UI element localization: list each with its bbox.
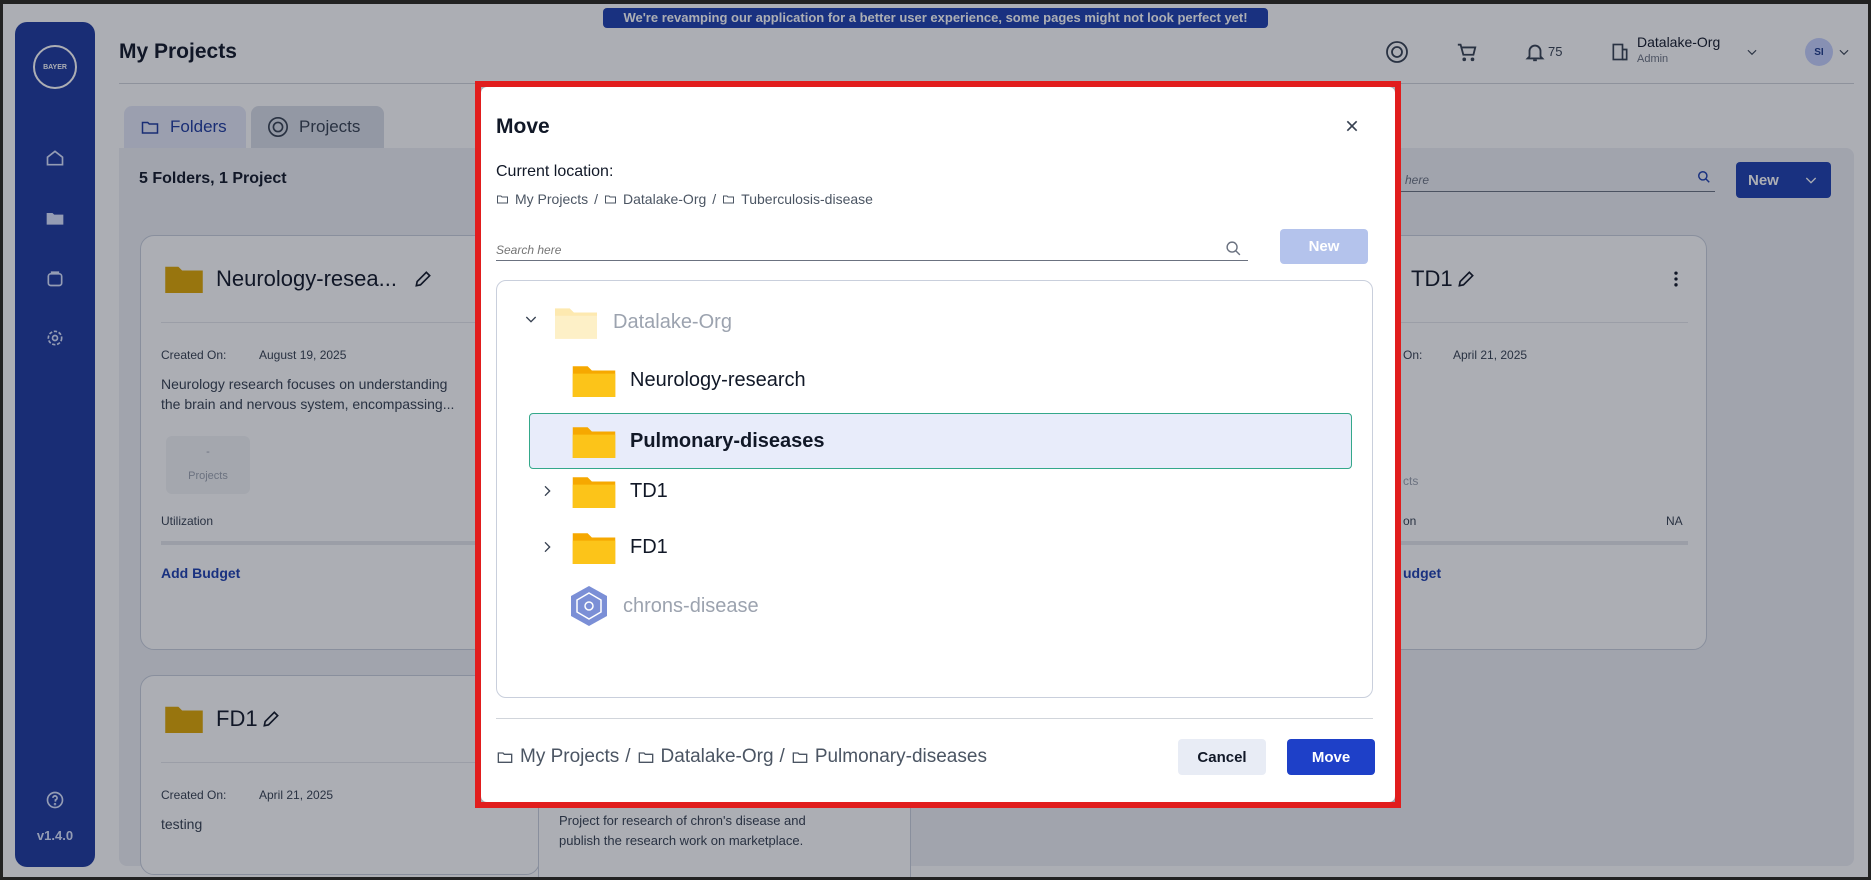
tree-node-pulmonary-diseases[interactable]: Pulmonary-diseases xyxy=(529,413,1352,469)
dialog-title: Move xyxy=(496,115,550,138)
tree-node-label: Neurology-research xyxy=(630,368,806,391)
tree-node-label: TD1 xyxy=(630,479,668,502)
breadcrumb-separator: / xyxy=(594,191,599,207)
folder-icon xyxy=(555,308,597,339)
move-button[interactable]: Move xyxy=(1287,739,1375,775)
folder-outline-icon xyxy=(496,749,514,765)
folder-icon xyxy=(572,533,616,564)
move-dialog: Move Current location: My Projects / Data… xyxy=(481,87,1395,802)
folder-outline-icon xyxy=(496,193,509,205)
tree-node-label: Pulmonary-diseases xyxy=(630,429,825,452)
tree-node-datalake-org[interactable]: Datalake-Org xyxy=(555,305,732,339)
dialog-divider xyxy=(496,718,1373,719)
folder-outline-icon xyxy=(604,193,617,205)
folder-outline-icon xyxy=(637,749,655,765)
folder-outline-icon xyxy=(722,193,735,205)
project-hexagon-icon xyxy=(571,586,607,626)
tree-node-chrons-disease: chrons-disease xyxy=(567,584,759,628)
cancel-button[interactable]: Cancel xyxy=(1178,739,1266,775)
folder-icon xyxy=(572,366,616,397)
breadcrumb-item: Pulmonary-diseases xyxy=(814,746,987,767)
breadcrumb-item: My Projects xyxy=(515,191,589,207)
tree-node-neurology-research[interactable]: Neurology-research xyxy=(572,363,806,397)
tree-node-td1[interactable]: TD1 xyxy=(572,474,668,508)
close-icon[interactable] xyxy=(1341,115,1363,137)
current-location-breadcrumb: My Projects / Datalake-Org / Tuberculosis-… xyxy=(496,191,873,207)
dialog-new-button[interactable]: New xyxy=(1280,229,1368,264)
breadcrumb-item: Datalake-Org xyxy=(623,191,707,207)
breadcrumb-item: Datalake-Org xyxy=(660,746,774,767)
chevron-right-icon[interactable] xyxy=(537,481,557,501)
tree-node-label: chrons-disease xyxy=(623,594,759,617)
breadcrumb-separator: / xyxy=(625,746,631,767)
tree-node-fd1[interactable]: FD1 xyxy=(572,530,668,564)
dialog-search-input[interactable] xyxy=(496,235,1196,257)
target-location-breadcrumb: My Projects / Datalake-Org / Pulmonary-dis… xyxy=(496,746,987,768)
chevron-down-icon[interactable] xyxy=(521,309,541,329)
current-location-label: Current location: xyxy=(496,163,614,180)
chevron-right-icon[interactable] xyxy=(537,537,557,557)
breadcrumb-separator: / xyxy=(712,191,717,207)
tree-node-label: Datalake-Org xyxy=(613,310,732,333)
tree-node-label: FD1 xyxy=(630,535,668,558)
folder-tree: Datalake-Org Neurology-research Pulmonar… xyxy=(496,280,1373,698)
search-icon xyxy=(1226,241,1241,256)
breadcrumb-item: Tuberculosis-disease xyxy=(741,191,873,207)
breadcrumb-item: My Projects xyxy=(520,746,620,767)
folder-icon xyxy=(572,477,616,508)
folder-icon xyxy=(572,427,616,458)
breadcrumb-separator: / xyxy=(779,746,785,767)
dialog-search xyxy=(496,235,1248,261)
folder-outline-icon xyxy=(791,749,809,765)
